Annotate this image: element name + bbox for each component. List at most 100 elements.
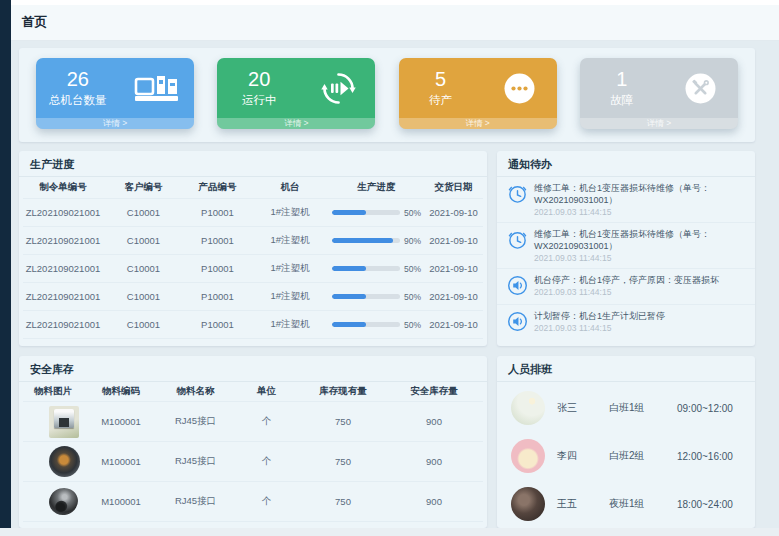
notice-time: 2021.09.03 11:44:15 <box>534 253 748 264</box>
customer-no: C10001 <box>103 263 184 274</box>
card-fault[interactable]: 1 故障 详情 > <box>580 58 738 129</box>
running-detail-link[interactable]: 详情 > <box>217 118 375 129</box>
machine-icon <box>120 75 194 102</box>
dashboard-screen: 首页 26 总机台数量 <box>0 0 779 536</box>
speaker-front-image <box>49 446 80 477</box>
production-progress-title: 生产进度 <box>19 151 487 177</box>
stock-row: M100001RJ45接口个750900 <box>23 482 483 522</box>
notice-item[interactable]: 维修工单：机台1变压器损坏待维修（单号：WX202109031001）2021.… <box>497 177 755 222</box>
material-image-cell <box>23 406 83 438</box>
safety-qty: 900 <box>385 456 483 467</box>
machine: 1#注塑机 <box>251 290 329 303</box>
notices-title: 通知待办 <box>497 151 755 177</box>
total-machines-detail-link[interactable]: 详情 > <box>36 118 194 129</box>
stock-table-header: 物料图片 物料编码 物料名称 单位 库存现有量 安全库存量 <box>23 382 483 402</box>
staff-schedule-panel: 人员排班 张三白班1组09:00~12:00李四白班2组12:00~16:00王… <box>497 356 755 528</box>
col-safety-qty: 安全库存量 <box>385 385 483 398</box>
customer-no: C10001 <box>103 319 184 330</box>
notice-item[interactable]: 计划暂停：机台1生产计划已暂停2021.09.03 11:44:15 <box>497 304 755 340</box>
waiting-icon <box>482 73 556 104</box>
shift-group: 白班2组 <box>609 449 677 463</box>
order-no: ZL202109021001 <box>23 291 103 302</box>
safety-qty: 900 <box>385 416 483 427</box>
card-total-machines[interactable]: 26 总机台数量 详情 > <box>36 58 194 129</box>
material-code: M100001 <box>83 496 159 507</box>
clock-icon <box>507 228 528 264</box>
card-waiting[interactable]: 5 待产 详情 > <box>399 58 557 129</box>
material-name: RJ45接口 <box>159 455 232 468</box>
staff-name: 张三 <box>557 401 609 415</box>
safety-stock-title: 安全库存 <box>19 356 487 382</box>
stock-table: 物料图片 物料编码 物料名称 单位 库存现有量 安全库存量 M100001RJ4… <box>23 382 483 522</box>
product-no: P10001 <box>184 319 251 330</box>
product-no: P10001 <box>184 263 251 274</box>
bottom-strip <box>0 528 779 536</box>
production-row: ZL202109021001C10001P100011#注塑机90%2021-0… <box>23 227 483 255</box>
delivery-date: 2021-09-10 <box>424 319 483 330</box>
notice-item[interactable]: 维修工单：机台1变压器损坏待维修（单号：WX202109031001）2021.… <box>497 222 755 268</box>
machine: 1#注塑机 <box>251 318 329 331</box>
col-product-no: 产品编号 <box>184 181 251 194</box>
shift-list: 张三白班1组09:00~12:00李四白班2组12:00~16:00王五夜班1组… <box>497 382 755 528</box>
material-code: M100001 <box>83 416 159 427</box>
avatar-zhangsan <box>511 391 545 425</box>
progress-bar: 50% <box>329 320 424 330</box>
col-material-image: 物料图片 <box>23 385 83 398</box>
total-machines-value: 26 <box>36 69 120 90</box>
production-row: ZL202109021001C10001P100011#注塑机50%2021-0… <box>23 199 483 227</box>
waiting-label: 待产 <box>399 93 483 108</box>
unit: 个 <box>232 415 301 428</box>
product-no: P10001 <box>184 207 251 218</box>
speaker-side-image <box>46 485 81 519</box>
col-delivery-date: 交货日期 <box>424 181 483 194</box>
card-running[interactable]: 20 运行中 <box>217 58 375 129</box>
unit: 个 <box>232 495 301 508</box>
progress-bar: 90% <box>329 236 424 246</box>
rj45-connector-image <box>49 406 79 438</box>
material-image-cell <box>23 488 83 515</box>
fault-label: 故障 <box>580 93 664 108</box>
safety-qty: 900 <box>385 496 483 507</box>
material-code: M100001 <box>83 456 159 467</box>
clock-icon <box>507 182 528 218</box>
col-customer-no: 客户编号 <box>103 181 184 194</box>
machine: 1#注塑机 <box>251 262 329 275</box>
avatar-lisi <box>511 439 545 473</box>
notice-text: 机台停产：机台1停产，停产原因：变压器损坏 <box>534 274 748 286</box>
progress-bar: 50% <box>329 264 424 274</box>
order-no: ZL202109021001 <box>23 319 103 330</box>
notice-item[interactable]: 机台停产：机台1停产，停产原因：变压器损坏2021.09.03 11:44:15 <box>497 268 755 304</box>
customer-no: C10001 <box>103 207 184 218</box>
notice-time: 2021.09.03 11:44:15 <box>534 287 748 298</box>
customer-no: C10001 <box>103 291 184 302</box>
shift-group: 夜班1组 <box>609 497 677 511</box>
production-row: ZL202109021001C10001P100011#注塑机50%2021-0… <box>23 311 483 339</box>
delivery-date: 2021-09-10 <box>424 263 483 274</box>
shift-row: 王五夜班1组18:00~24:00 <box>497 480 755 528</box>
progress-bar: 50% <box>329 292 424 302</box>
staff-schedule-title: 人员排班 <box>497 356 755 382</box>
stock-row: M100001RJ45接口个750900 <box>23 402 483 442</box>
notice-time: 2021.09.03 11:44:15 <box>534 323 748 334</box>
fault-detail-link[interactable]: 详情 > <box>580 118 738 129</box>
notice-text: 维修工单：机台1变压器损坏待维修（单号：WX202109031001） <box>534 228 748 252</box>
shift-row: 张三白班1组09:00~12:00 <box>497 384 755 432</box>
stat-cards-panel: 26 总机台数量 详情 > <box>19 48 755 142</box>
production-progress-panel: 生产进度 制令单编号 客户编号 产品编号 机台 生产进度 交货日期 ZL2021… <box>19 151 487 346</box>
collapsed-sidebar <box>0 0 11 528</box>
notice-text: 计划暂停：机台1生产计划已暂停 <box>534 310 748 322</box>
progress-bar: 50% <box>329 208 424 218</box>
speaker-icon <box>507 310 528 336</box>
col-progress: 生产进度 <box>329 181 424 194</box>
stock-row: M100001RJ45接口个750900 <box>23 442 483 482</box>
waiting-detail-link[interactable]: 详情 > <box>399 118 557 129</box>
staff-name: 李四 <box>557 449 609 463</box>
material-name: RJ45接口 <box>159 495 232 508</box>
machine: 1#注塑机 <box>251 234 329 247</box>
product-no: P10001 <box>184 291 251 302</box>
order-no: ZL202109021001 <box>23 235 103 246</box>
customer-no: C10001 <box>103 235 184 246</box>
waiting-value: 5 <box>399 69 483 90</box>
notice-time: 2021.09.03 11:44:15 <box>534 207 748 218</box>
col-material-name: 物料名称 <box>159 385 232 398</box>
